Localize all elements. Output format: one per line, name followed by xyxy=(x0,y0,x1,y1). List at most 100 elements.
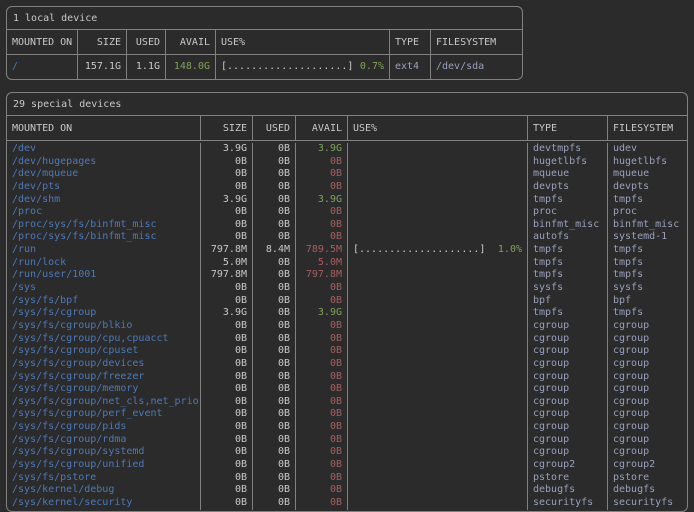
use-percent-cell xyxy=(348,358,528,371)
local-devices-header-row: MOUNTED ONSIZEUSEDAVAILUSE%TYPEFILESYSTE… xyxy=(7,30,522,55)
avail-cell: 0B xyxy=(296,231,348,244)
used-cell: 0B xyxy=(253,206,296,219)
table-row: /dev/shm3.9G0B3.9Gtmpfstmpfs xyxy=(7,194,687,207)
size-cell: 0B xyxy=(201,206,253,219)
column-header-use-percent: USE% xyxy=(216,30,390,54)
column-header-used: USED xyxy=(127,30,166,54)
avail-cell: 0B xyxy=(296,345,348,358)
mount-point-cell: /run/user/1001 xyxy=(7,269,201,282)
used-cell: 0B xyxy=(253,231,296,244)
used-cell: 0B xyxy=(253,345,296,358)
table-row: /proc/sys/fs/binfmt_misc0B0B0Bbinfmt_mis… xyxy=(7,219,687,232)
table-row: /sys0B0B0Bsysfssysfs xyxy=(7,282,687,295)
filesystem-cell: cgroup xyxy=(608,396,687,409)
type-cell: bpf xyxy=(528,295,608,308)
use-percent-cell xyxy=(348,181,528,194)
table-row: /run797.8M8.4M789.5M[...................… xyxy=(7,244,687,257)
table-row: /dev3.9G0B3.9Gdevtmpfsudev xyxy=(7,143,687,156)
filesystem-cell: cgroup xyxy=(608,434,687,447)
column-header-size: SIZE xyxy=(78,30,127,54)
used-cell: 0B xyxy=(253,497,296,510)
used-cell: 0B xyxy=(253,257,296,270)
filesystem-cell: cgroup xyxy=(608,421,687,434)
mount-point-cell: /sys/fs/pstore xyxy=(7,472,201,485)
avail-cell: 0B xyxy=(296,295,348,308)
avail-cell: 0B xyxy=(296,333,348,346)
column-header-type: TYPE xyxy=(390,30,431,54)
type-cell: devtmpfs xyxy=(528,143,608,156)
used-cell: 0B xyxy=(253,282,296,295)
filesystem-cell: cgroup xyxy=(608,383,687,396)
type-cell: binfmt_misc xyxy=(528,219,608,232)
avail-cell: 0B xyxy=(296,371,348,384)
mount-point-cell: /sys/fs/cgroup/pids xyxy=(7,421,201,434)
table-row: /proc0B0B0Bprocproc xyxy=(7,206,687,219)
type-cell: tmpfs xyxy=(528,244,608,257)
type-cell: cgroup xyxy=(528,383,608,396)
table-row: /sys/fs/cgroup/cpuset0B0B0Bcgroupcgroup xyxy=(7,345,687,358)
use-percent-cell xyxy=(348,143,528,156)
used-cell: 0B xyxy=(253,181,296,194)
filesystem-cell: systemd-1 xyxy=(608,231,687,244)
mount-point-cell: /proc/sys/fs/binfmt_misc xyxy=(7,231,201,244)
type-cell: mqueue xyxy=(528,168,608,181)
mount-point-cell: /sys/fs/cgroup/unified xyxy=(7,459,201,472)
size-cell: 0B xyxy=(201,168,253,181)
used-cell: 0B xyxy=(253,446,296,459)
table-row: /sys/fs/pstore0B0B0Bpstorepstore xyxy=(7,472,687,485)
used-cell: 0B xyxy=(253,307,296,320)
size-cell: 5.0M xyxy=(201,257,253,270)
avail-cell: 0B xyxy=(296,446,348,459)
used-cell: 0B xyxy=(253,194,296,207)
use-percent-cell xyxy=(348,231,528,244)
use-percent-cell xyxy=(348,194,528,207)
used-cell: 0B xyxy=(253,156,296,169)
use-percent-cell xyxy=(348,307,528,320)
filesystem-cell: /dev/sda xyxy=(431,55,522,79)
used-cell: 0B xyxy=(253,320,296,333)
table-row: /dev/mqueue0B0B0Bmqueuemqueue xyxy=(7,168,687,181)
table-row: /run/lock5.0M0B5.0Mtmpfstmpfs xyxy=(7,257,687,270)
used-cell: 0B xyxy=(253,143,296,156)
special-devices-title: 29 special devices xyxy=(13,99,121,110)
table-row: /sys/kernel/security0B0B0Bsecurityfssecu… xyxy=(7,497,687,510)
filesystem-cell: cgroup xyxy=(608,333,687,346)
used-cell: 0B xyxy=(253,295,296,308)
use-percent-cell xyxy=(348,472,528,485)
avail-cell: 0B xyxy=(296,219,348,232)
size-cell: 0B xyxy=(201,181,253,194)
avail-cell: 3.9G xyxy=(296,143,348,156)
mount-point-cell: /sys/fs/cgroup/net_cls,net_prio xyxy=(7,396,201,409)
type-cell: cgroup xyxy=(528,333,608,346)
local-devices-body: /157.1G1.1G148.0G[....................]0… xyxy=(7,55,522,79)
column-header-filesystem: FILESYSTEM xyxy=(608,116,687,140)
table-row: /sys/kernel/debug0B0B0Bdebugfsdebugfs xyxy=(7,484,687,497)
filesystem-cell: tmpfs xyxy=(608,269,687,282)
size-cell: 0B xyxy=(201,320,253,333)
use-percent-cell xyxy=(348,434,528,447)
type-cell: cgroup xyxy=(528,396,608,409)
type-cell: cgroup xyxy=(528,371,608,384)
size-cell: 0B xyxy=(201,446,253,459)
mount-point-cell: /sys/fs/cgroup/rdma xyxy=(7,434,201,447)
table-row: /proc/sys/fs/binfmt_misc0B0B0Bautofssyst… xyxy=(7,231,687,244)
size-cell: 797.8M xyxy=(201,244,253,257)
avail-cell: 0B xyxy=(296,206,348,219)
size-cell: 0B xyxy=(201,396,253,409)
use-percent-cell xyxy=(348,383,528,396)
filesystem-cell: sysfs xyxy=(608,282,687,295)
type-cell: tmpfs xyxy=(528,257,608,270)
filesystem-cell: mqueue xyxy=(608,168,687,181)
used-cell: 0B xyxy=(253,219,296,232)
used-cell: 0B xyxy=(253,333,296,346)
local-devices-title: 1 local device xyxy=(13,13,97,24)
use-percent-cell: [....................]1.0% xyxy=(348,244,528,257)
avail-cell: 3.9G xyxy=(296,194,348,207)
table-row: /sys/fs/cgroup/unified0B0B0Bcgroup2cgrou… xyxy=(7,459,687,472)
used-cell: 0B xyxy=(253,484,296,497)
table-row: /sys/fs/cgroup/pids0B0B0Bcgroupcgroup xyxy=(7,421,687,434)
type-cell: autofs xyxy=(528,231,608,244)
used-cell: 0B xyxy=(253,396,296,409)
table-row: /157.1G1.1G148.0G[....................]0… xyxy=(7,55,522,79)
avail-cell: 5.0M xyxy=(296,257,348,270)
